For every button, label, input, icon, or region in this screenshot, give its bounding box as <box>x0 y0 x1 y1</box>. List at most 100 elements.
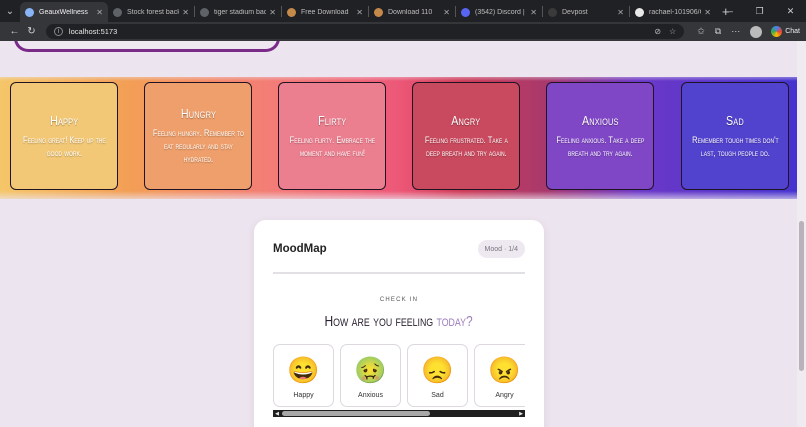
mood-option-label: Sad <box>431 392 444 399</box>
restore-icon[interactable]: ❐ <box>744 6 775 17</box>
tab-close-icon[interactable]: ✕ <box>96 8 103 17</box>
tab-search-icon[interactable]: ⌄ <box>0 0 20 22</box>
mood-card-flirty[interactable]: Flirty Feeling flirty. Embrace the moment… <box>278 82 386 190</box>
mood-option-label: Anxious <box>358 392 383 399</box>
mood-card-title: Flirty <box>317 112 347 128</box>
mood-card-title: Angry <box>451 112 481 128</box>
nauseated-face-emoji: 🤢 <box>354 355 387 385</box>
sad-face-emoji: 😞 <box>421 355 454 385</box>
mood-card-happy[interactable]: Happy Feeling great! Keep up the good wor… <box>10 82 118 190</box>
browser-tab[interactable]: (3542) Discord | @✕ <box>456 2 542 22</box>
mood-option-happy[interactable]: 😄 Happy <box>273 344 334 407</box>
browser-tab[interactable]: rachael-101906/Ge✕ <box>630 2 716 22</box>
mood-option-anxious[interactable]: 🤢 Anxious <box>340 344 401 407</box>
vertical-scrollbar-thumb[interactable] <box>799 221 804 371</box>
tab-favicon-icon <box>635 7 644 17</box>
mood-card-title: Sad <box>726 112 744 128</box>
tab-favicon-icon <box>461 7 470 17</box>
tab-title: tiger stadium backg <box>214 8 267 16</box>
divider <box>273 272 525 274</box>
tab-title: Download 110 <box>388 8 433 16</box>
mood-option-sad[interactable]: 😞 Sad <box>407 344 468 407</box>
copilot-chat-button[interactable]: Chat <box>771 26 800 37</box>
browser-tab[interactable]: Download 110 ✕ <box>369 2 455 22</box>
question-highlight: today? <box>436 313 474 330</box>
browser-tab[interactable]: Free Download ✕ <box>282 2 368 22</box>
browser-tab[interactable]: Devpost ✕ <box>543 2 629 22</box>
tab-title: Stock forest backg <box>127 8 180 16</box>
mood-card-message: Feeling great! Keep up the good work. <box>22 134 106 158</box>
tab-title: (3542) Discord | @ <box>475 8 527 16</box>
mood-card-title: Anxious <box>581 112 619 128</box>
tab-title: Devpost <box>562 8 588 16</box>
mood-progress-badge: Mood · 1/4 <box>477 240 525 258</box>
mood-options-row: 😄 Happy 🤢 Anxious 😞 Sad 😠 Angry <box>273 344 525 408</box>
tab-favicon-icon <box>548 7 557 17</box>
tab-close-icon[interactable]: ✕ <box>356 8 363 17</box>
tab-close-icon[interactable]: ✕ <box>443 8 450 17</box>
favorites-icon[interactable]: ✩ <box>697 26 705 37</box>
mood-card-message: Feeling frustrated. Take a deep breath a… <box>424 134 508 158</box>
mood-gradient-band <box>0 69 797 199</box>
grinning-face-emoji: 😄 <box>287 355 320 385</box>
more-menu-icon[interactable]: ⋯ <box>731 26 740 37</box>
browser-tab[interactable]: GeauxWellness ✕ <box>20 2 108 22</box>
panel-title: MoodMap <box>273 243 327 255</box>
scroll-left-icon[interactable]: ◀ <box>273 410 281 417</box>
address-bar[interactable]: i localhost:5173 ⊘ ☆ <box>45 24 685 39</box>
mood-option-angry[interactable]: 😠 Angry <box>474 344 525 407</box>
mood-card-message: Feeling flirty. Embrace the moment and h… <box>289 134 375 158</box>
mood-card-anxious[interactable]: Anxious Feeling anxious. Take a deep brea… <box>546 82 654 190</box>
profile-avatar[interactable] <box>750 25 763 38</box>
mood-card-message: Remember tough times don't last, tough p… <box>691 134 779 158</box>
browser-tab[interactable]: tiger stadium backg✕ <box>195 2 281 22</box>
close-window-icon[interactable]: ✕ <box>775 6 806 17</box>
mood-card-sad[interactable]: Sad Remember tough times don't last, toug… <box>681 82 789 190</box>
angry-face-emoji: 😠 <box>488 355 521 385</box>
vertical-scrollbar[interactable] <box>797 41 806 427</box>
url-text: localhost:5173 <box>68 27 118 36</box>
page-viewport: Happy Feeling great! Keep up the good wor… <box>0 41 806 427</box>
mood-option-label: Happy <box>293 392 314 399</box>
read-aloud-icon[interactable]: ⊘ <box>654 27 661 36</box>
mood-card-title: Happy <box>49 112 79 128</box>
tab-favicon-icon <box>287 7 296 17</box>
question-main: How are you feeling <box>324 313 434 330</box>
bookmark-star-icon[interactable]: ☆ <box>669 27 676 36</box>
reload-icon[interactable]: ↻ <box>23 26 40 37</box>
tab-list: GeauxWellness ✕ Stock forest backg ✕ tiger s… <box>20 0 716 22</box>
toolbar-icons: ✩ ⧉ ⋯ <box>692 25 767 38</box>
site-info-icon[interactable]: i <box>53 27 63 36</box>
tab-close-icon[interactable]: ✕ <box>182 8 189 17</box>
tab-close-icon[interactable]: ✕ <box>269 8 276 17</box>
tab-favicon-icon <box>25 7 34 17</box>
tab-title: rachael-101906/Ge <box>649 8 701 16</box>
mood-option-label: Angry <box>495 392 514 399</box>
mood-card-message: Feeling hungry. Remember to eat regularl… <box>152 128 244 164</box>
browser-toolbar: ← ↻ i localhost:5173 ⊘ ☆ ✩ ⧉ ⋯ Chat <box>0 22 806 41</box>
tab-close-icon[interactable]: ✕ <box>704 8 711 17</box>
chat-label: Chat <box>785 28 800 35</box>
previous-section-card <box>14 41 280 52</box>
tab-close-icon[interactable]: ✕ <box>617 8 624 17</box>
scroll-right-icon[interactable]: ▶ <box>517 410 525 417</box>
mood-card-title: Hungry <box>180 106 216 121</box>
copilot-logo-icon <box>771 26 783 37</box>
collections-icon[interactable]: ⧉ <box>715 26 721 37</box>
mood-card-message: Feeling anxious. Take a deep breath and … <box>556 134 644 158</box>
back-icon[interactable]: ← <box>6 26 23 37</box>
band-fade-top <box>0 71 797 81</box>
moodmap-panel: MoodMap Mood · 1/4 CHECK IN How are you … <box>254 220 544 427</box>
tab-favicon-icon <box>200 7 209 17</box>
mood-card-hungry[interactable]: Hungry Feeling hungry. Remember to eat re… <box>144 82 252 190</box>
mood-card-angry[interactable]: Angry Feeling frustrated. Take a deep bre… <box>412 82 520 190</box>
tab-close-icon[interactable]: ✕ <box>530 8 537 17</box>
window-controls: — ❐ ✕ <box>713 0 806 22</box>
horizontal-scrollbar[interactable]: ◀ ▶ <box>273 410 525 417</box>
scrollbar-thumb[interactable] <box>282 411 430 416</box>
band-fade-bottom <box>0 191 797 203</box>
minimize-icon[interactable]: — <box>713 6 744 16</box>
tab-favicon-icon <box>374 7 383 17</box>
browser-tab[interactable]: Stock forest backg ✕ <box>108 2 194 22</box>
browser-tab-strip: ⌄ GeauxWellness ✕ Stock forest backg ✕ tiger… <box>0 0 806 22</box>
